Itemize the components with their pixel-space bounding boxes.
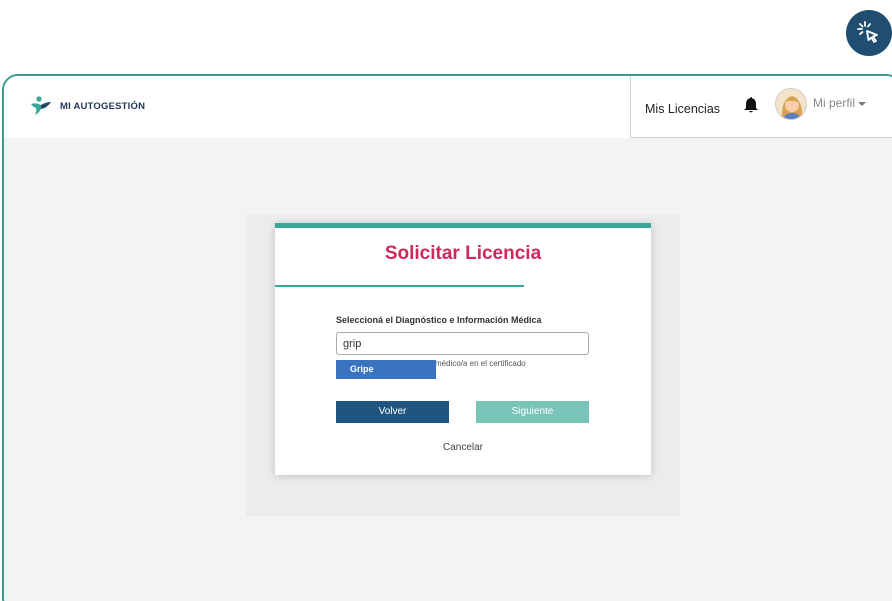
avatar[interactable] — [775, 88, 807, 120]
screen: MI AUTOGESTIÓN Mis Licencias Mi perfil S… — [0, 0, 892, 601]
cancel-link[interactable]: Cancelar — [275, 442, 651, 453]
brand-logo-icon — [31, 96, 51, 115]
caret-down-icon — [858, 101, 867, 106]
next-button[interactable]: Siguiente — [476, 401, 589, 423]
app-window: MI AUTOGESTIÓN Mis Licencias Mi perfil S… — [2, 74, 892, 601]
diagnosis-hint: médico/a en el certificado — [435, 359, 526, 368]
back-button[interactable]: Volver — [336, 401, 449, 423]
user-nav: Mis Licencias Mi perfil — [630, 76, 892, 138]
brand[interactable]: MI AUTOGESTIÓN — [30, 96, 145, 116]
profile-label: Mi perfil — [813, 96, 856, 110]
nav-link-mis-licencias[interactable]: Mis Licencias — [645, 102, 720, 116]
click-icon — [846, 10, 892, 56]
request-license-dialog: Solicitar Licencia Seleccioná el Diagnós… — [275, 223, 651, 475]
autocomplete-option-gripe[interactable]: Gripe — [336, 360, 436, 379]
profile-menu[interactable]: Mi perfil — [813, 96, 867, 110]
top-bar: MI AUTOGESTIÓN Mis Licencias Mi perfil — [4, 76, 892, 138]
title-divider — [275, 285, 524, 287]
card-accent-bar — [275, 223, 651, 228]
diagnosis-input[interactable] — [336, 332, 589, 355]
dialog-title: Solicitar Licencia — [384, 243, 542, 264]
brand-name: MI AUTOGESTIÓN — [60, 100, 146, 112]
bell-icon[interactable] — [743, 96, 759, 114]
diagnosis-label: Seleccioná el Diagnóstico e Información … — [336, 315, 542, 325]
